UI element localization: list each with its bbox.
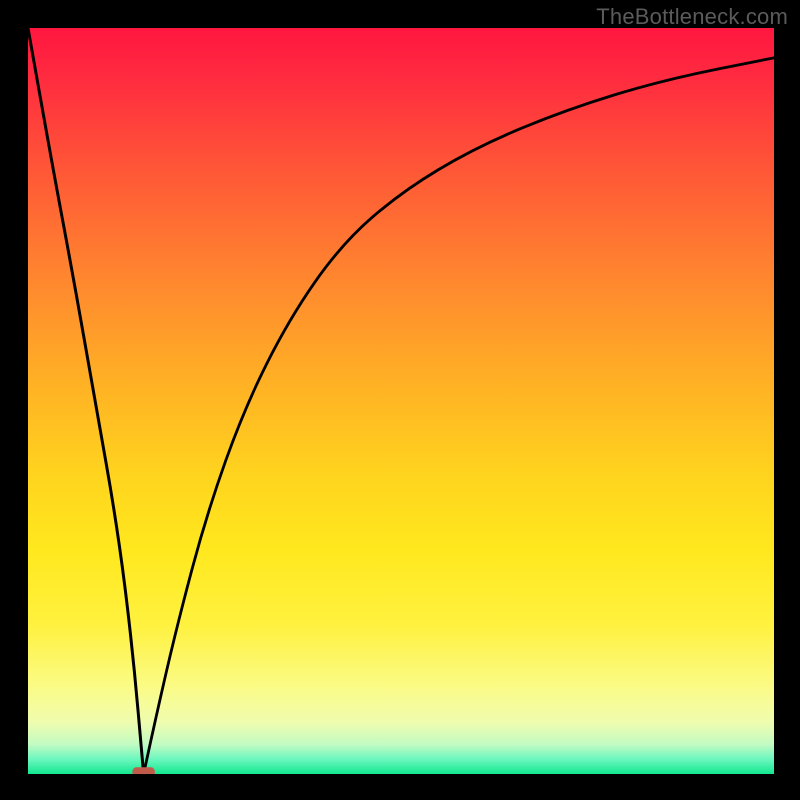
cusp-marker: [132, 767, 154, 774]
plot-area: [28, 28, 774, 774]
curve-right-branch: [144, 58, 774, 774]
curve-left-branch: [28, 28, 144, 774]
watermark-text: TheBottleneck.com: [596, 4, 788, 30]
chart-frame: TheBottleneck.com: [0, 0, 800, 800]
curve-layer: [28, 28, 774, 774]
